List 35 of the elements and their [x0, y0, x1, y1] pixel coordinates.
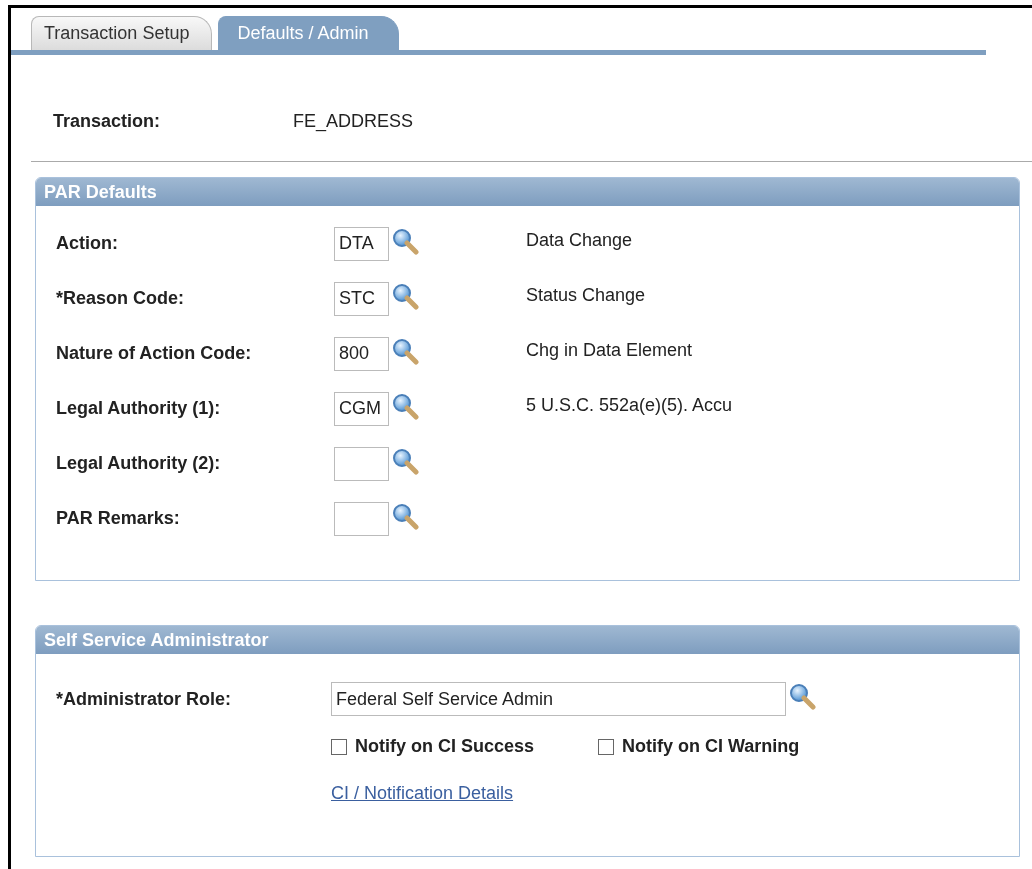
panel-header: Self Service Administrator — [36, 626, 1019, 654]
search-icon[interactable] — [391, 391, 419, 420]
checkbox-label: Notify on CI Warning — [622, 736, 800, 757]
field-label: *Administrator Role: — [56, 688, 233, 710]
field-description: Chg in Data Element — [526, 339, 694, 361]
tab[interactable]: Transaction Setup — [31, 16, 213, 50]
search-icon[interactable] — [391, 336, 419, 365]
field-label: Action: — [56, 233, 119, 254]
field-label: Legal Authority (2): — [56, 453, 222, 474]
input-field[interactable]: CGM — [334, 391, 389, 426]
search-icon[interactable] — [391, 446, 419, 475]
panel-header: PAR Defaults — [36, 178, 1019, 206]
input-field[interactable]: DTA — [334, 226, 389, 261]
field-value: FE_ADDRESS — [293, 111, 414, 134]
field-description: 5 U.S.C. 552a(e)(5). Accu — [526, 394, 734, 416]
input-field[interactable]: Federal Self Service Admin — [331, 682, 786, 716]
field-label: *Reason Code: — [56, 288, 186, 309]
input-field[interactable] — [334, 446, 389, 481]
search-icon[interactable] — [391, 501, 419, 530]
input-field[interactable]: STC — [334, 281, 389, 316]
search-icon[interactable] — [391, 281, 419, 310]
field-label: PAR Remarks: — [56, 508, 181, 529]
input-field[interactable]: 800 — [334, 336, 389, 371]
field-description: Status Change — [526, 284, 647, 306]
checkbox-label: Notify on CI Success — [355, 736, 535, 757]
input-field[interactable] — [334, 501, 389, 536]
details-link[interactable]: CI / Notification Details — [331, 783, 514, 804]
field-description: Data Change — [526, 229, 634, 251]
field-label: Transaction: — [53, 111, 162, 133]
checkbox[interactable] — [331, 738, 347, 755]
field-label: Legal Authority (1): — [56, 398, 222, 419]
search-icon[interactable] — [391, 226, 419, 255]
field-label: Nature of Action Code: — [56, 343, 253, 364]
search-icon[interactable] — [788, 682, 816, 710]
checkbox[interactable] — [598, 738, 615, 755]
